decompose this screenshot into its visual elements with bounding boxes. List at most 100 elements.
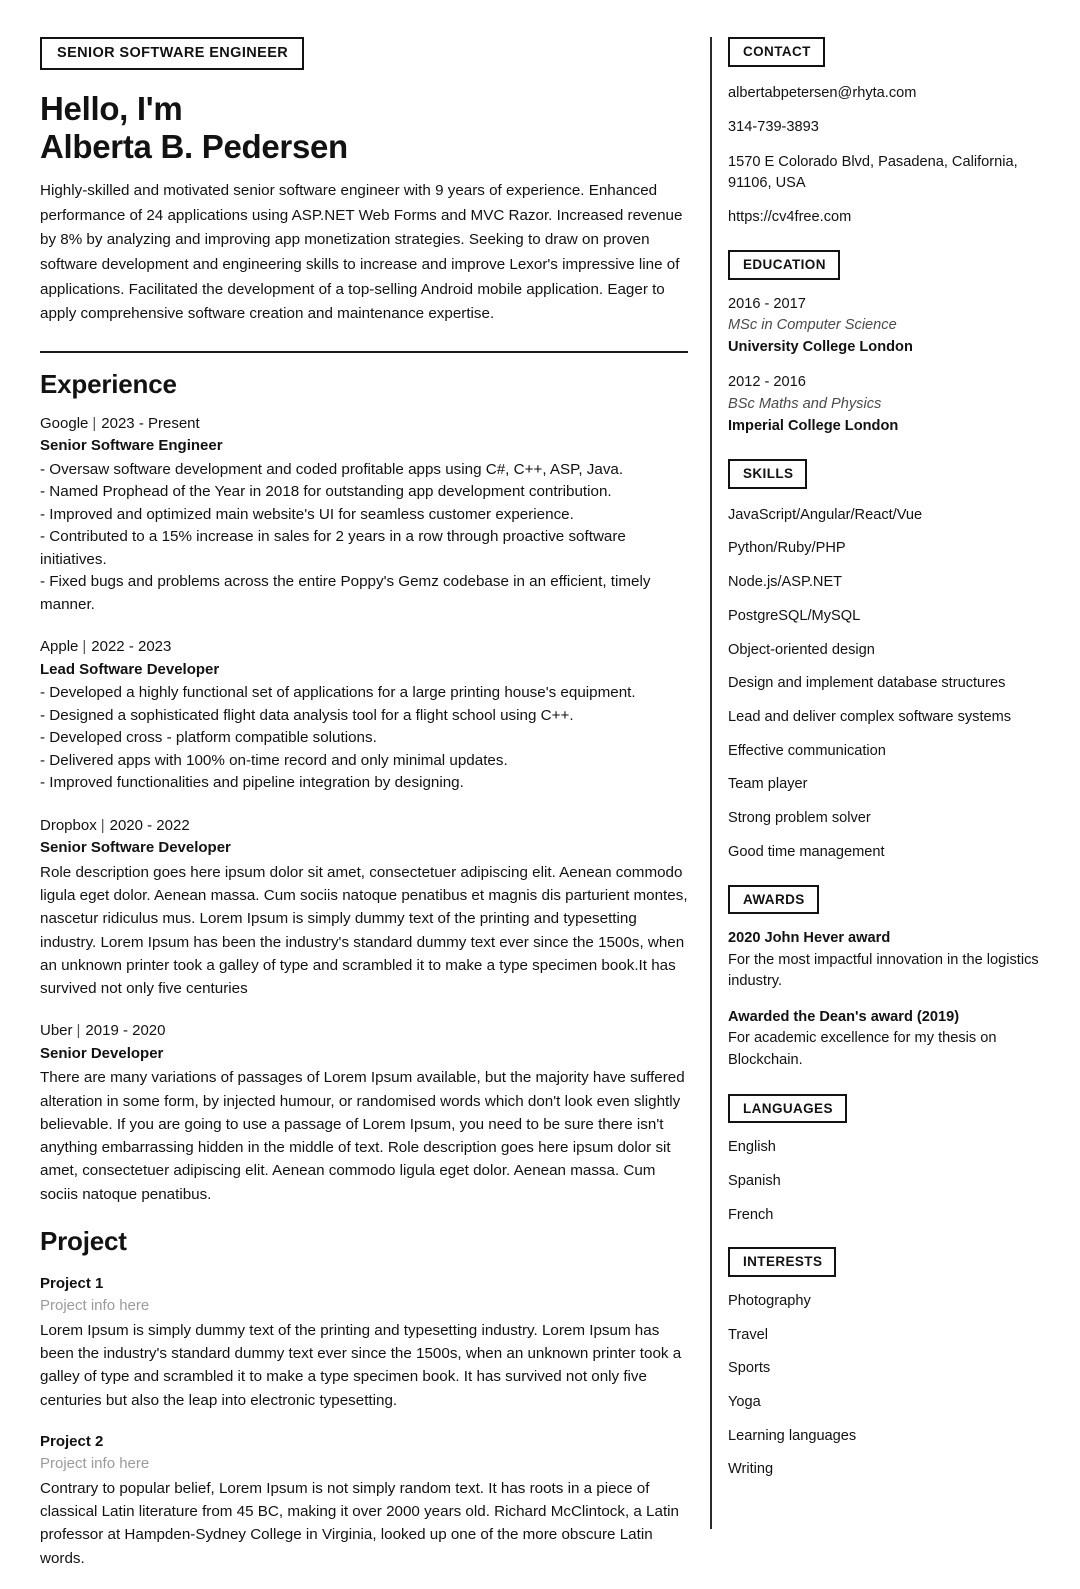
skill-item: Lead and deliver complex software system… [728, 708, 1012, 725]
contact-website[interactable]: https://cv4free.com [728, 207, 1050, 228]
experience-company-dates: Dropbox | 2020 - 2022 [40, 815, 688, 838]
experience-bullet: - Oversaw software development and coded… [40, 460, 624, 478]
award-name: 2020 John Hever award [728, 930, 891, 947]
interest-item: Learning languages [728, 1427, 857, 1444]
education-list: 2016 - 2017 MSc in Computer Science Univer… [728, 294, 1050, 438]
education-school: University College London [728, 338, 913, 355]
skill-item: PostgreSQL/MySQL [728, 607, 861, 624]
skill-item: Team player [728, 776, 808, 793]
company-date-separator: | [82, 638, 87, 656]
education-heading: EDUCATION [728, 250, 840, 280]
project-name: Project 1 [40, 1274, 104, 1292]
project-info: Project info here [40, 1297, 150, 1315]
education-entry: 2016 - 2017 MSc in Computer Science Univer… [728, 294, 1050, 359]
experience-company: Dropbox [40, 816, 97, 834]
experience-dates: 2019 - 2020 [85, 1022, 166, 1040]
interests-section: INTERESTS Photography Travel Sports Yoga Lea… [728, 1247, 1050, 1480]
experience-bullet: - Named Prophead of the Year in 2018 for… [40, 483, 612, 501]
company-date-separator: | [76, 1022, 81, 1040]
contact-address: 1570 E Colorado Blvd, Pasadena, Californ… [728, 153, 1018, 191]
awards-section: AWARDS 2020 John Hever award For the most… [728, 884, 1050, 1072]
language-item: French [728, 1206, 774, 1223]
experience-dates: 2023 - Present [101, 414, 200, 432]
experience-bullet: - Improved and optimized main website's … [40, 505, 574, 523]
experience-role: Lead Software Developer [40, 660, 220, 678]
experience-bullet: - Developed cross - platform compatible … [40, 729, 377, 747]
candidate-name: Alberta B. Pedersen [40, 127, 348, 165]
experience-role: Senior Software Developer [40, 839, 231, 857]
education-school: Imperial College London [728, 417, 899, 434]
award-entry: Awarded the Dean's award (2019) For acade… [728, 1007, 1050, 1072]
interests-list: Photography Travel Sports Yoga Learning lang… [728, 1291, 1050, 1480]
language-item: Spanish [728, 1172, 781, 1189]
experience-company-dates: Apple | 2022 - 2023 [40, 636, 688, 659]
experience-bullet: - Delivered apps with 100% on-time recor… [40, 751, 508, 769]
project-name: Project 2 [40, 1432, 104, 1450]
education-degree: MSc in Computer Science [728, 317, 897, 334]
job-title-badge: SENIOR SOFTWARE ENGINEER [40, 37, 305, 70]
project-entry: Project 2 Project info here Contrary to po… [40, 1431, 688, 1570]
experience-entry: Uber | 2019 - 2020 Senior Developer There ar… [40, 1020, 688, 1206]
greeting-line: Hello, I'm [40, 89, 183, 127]
skills-heading: SKILLS [728, 459, 808, 489]
education-degree: BSc Maths and Physics [728, 395, 882, 412]
experience-dates: 2022 - 2023 [91, 638, 172, 656]
experience-description: There are many variations of passages of… [40, 1069, 685, 1203]
experience-bullet: - Developed a highly functional set of a… [40, 684, 636, 702]
award-entry: 2020 John Hever award For the most impact… [728, 928, 1050, 993]
experience-entry: Google | 2023 - Present Senior Software Eng… [40, 413, 688, 617]
experience-bullet: - Fixed bugs and problems across the ent… [40, 573, 651, 613]
skill-item: Effective communication [728, 742, 886, 759]
award-name: Awarded the Dean's award (2019) [728, 1008, 960, 1025]
skill-item: JavaScript/Angular/React/Vue [728, 506, 923, 523]
experience-description: Role description goes here ipsum dolor s… [40, 863, 688, 998]
experience-company-dates: Google | 2023 - Present [40, 413, 688, 436]
experience-company: Apple [40, 638, 79, 656]
education-entry: 2012 - 2016 BSc Maths and Physics Imperial… [728, 372, 1050, 437]
interest-item: Travel [728, 1326, 769, 1343]
experience-bullet: - Improved functionalities and pipeline … [40, 774, 464, 792]
company-date-separator: | [92, 414, 97, 432]
skills-section: SKILLS JavaScript/Angular/React/Vue Pytho… [728, 459, 1050, 862]
contact-list: albertabpetersen@rhyta.com 314-739-3893 … [728, 83, 1050, 229]
interest-item: Yoga [728, 1393, 761, 1410]
experience-list: Google | 2023 - Present Senior Software Eng… [40, 413, 688, 1206]
professional-summary: Highly-skilled and motivated senior soft… [40, 182, 683, 323]
skills-list: JavaScript/Angular/React/Vue Python/Ruby/… [728, 505, 1050, 863]
experience-bullet: - Designed a sophisticated flight data a… [40, 706, 574, 724]
education-years: 2016 - 2017 [728, 295, 806, 312]
section-divider-rule [40, 350, 688, 353]
column-divider [710, 37, 712, 1529]
experience-role: Senior Software Engineer [40, 437, 223, 455]
sidebar-column: CONTACT albertabpetersen@rhyta.com 314-7… [710, 0, 1080, 1496]
contact-heading: CONTACT [728, 37, 825, 67]
main-column: SENIOR SOFTWARE ENGINEER Hello, I'm Albe… [0, 0, 710, 1589]
resume-page: SENIOR SOFTWARE ENGINEER Hello, I'm Albe… [0, 0, 1080, 1567]
experience-entry: Apple | 2022 - 2023 Lead Software Developer… [40, 636, 688, 795]
skill-item: Python/Ruby/PHP [728, 540, 846, 557]
experience-company-dates: Uber | 2019 - 2020 [40, 1020, 688, 1043]
skill-item: Object-oriented design [728, 641, 875, 658]
experience-company: Google [40, 414, 89, 432]
languages-section: LANGUAGES English Spanish French [728, 1093, 1050, 1226]
project-description: Lorem Ipsum is simply dummy text of the … [40, 1321, 682, 1409]
skill-item: Strong problem solver [728, 810, 871, 827]
languages-heading: LANGUAGES [728, 1093, 847, 1124]
interest-item: Writing [728, 1461, 774, 1478]
award-description: For academic excellence for my thesis on… [728, 1030, 997, 1069]
project-description: Contrary to popular belief, Lorem Ipsum … [40, 1479, 679, 1567]
company-date-separator: | [100, 816, 105, 834]
awards-heading: AWARDS [728, 884, 819, 915]
experience-company: Uber [40, 1022, 73, 1040]
award-description: For the most impactful innovation in the… [728, 951, 1039, 990]
contact-phone[interactable]: 314-739-3893 [728, 117, 1050, 138]
project-entry: Project 1 Project info here Lorem Ipsum is… [40, 1273, 688, 1412]
contact-email[interactable]: albertabpetersen@rhyta.com [728, 83, 1050, 104]
experience-dates: 2020 - 2022 [109, 816, 190, 834]
contact-section: CONTACT albertabpetersen@rhyta.com 314-7… [728, 37, 1050, 228]
language-item: English [728, 1139, 776, 1156]
project-list: Project 1 Project info here Lorem Ipsum is… [40, 1273, 688, 1570]
languages-list: English Spanish French [728, 1137, 1050, 1225]
skill-item: Node.js/ASP.NET [728, 574, 843, 591]
education-section: EDUCATION 2016 - 2017 MSc in Computer Sci… [728, 250, 1050, 437]
